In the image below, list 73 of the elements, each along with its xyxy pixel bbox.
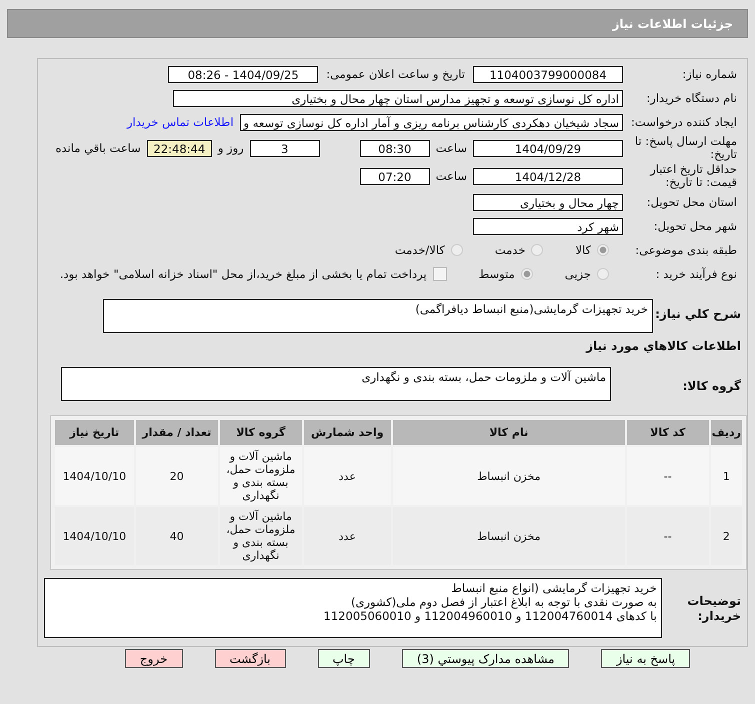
field-label: نام دستگاه خریدار: — [645, 92, 737, 104]
column-header: رديف — [710, 420, 742, 445]
column-header: کد کالا — [626, 420, 709, 445]
table-cell: -- — [626, 447, 709, 505]
field-label: ایجاد کننده درخواست: — [631, 116, 737, 128]
buyer-field: اداره کل نوسازی توسعه و تجهیز مدارس استان چهار محال و بختیاری — [173, 90, 623, 106]
table-cell: ماشین آلات و ملزومات حمل، بسته بندی و نگهداری — [220, 447, 302, 505]
days-label: روز و — [218, 141, 244, 155]
table-cell: عدد — [304, 507, 391, 565]
radio-label: کالا — [575, 243, 591, 257]
field-label: مهلت ارسال پاسخ: تا تاریخ: — [634, 135, 737, 161]
action-button[interactable]: چاپ — [318, 649, 370, 668]
action-button[interactable]: بازگشت — [214, 649, 286, 668]
checkbox[interactable] — [432, 267, 447, 281]
field-label: گروه کالا: — [682, 379, 741, 393]
radio-label: خدمت — [494, 243, 526, 257]
radio-button[interactable] — [531, 244, 544, 256]
table-cell: عدد — [304, 447, 391, 505]
announce-date-field: 1404/09/25 - 08:26 — [168, 66, 318, 82]
buyer-contact-link[interactable]: اطلاعات تماس خریدار — [126, 115, 234, 129]
province-field: چهار محال و بختیاری — [473, 194, 623, 210]
radio-label: کالا/خدمت — [394, 243, 445, 257]
column-header: واحد شمارش — [304, 420, 391, 445]
field-label: شرح کلي نياز: — [654, 307, 741, 321]
city-field: شهر کرد — [473, 218, 623, 234]
action-button[interactable]: مشاهده مدارک پيوستي (3) — [402, 649, 570, 668]
action-button[interactable]: پاسخ به نياز — [601, 649, 690, 668]
table-cell: 1 — [710, 447, 742, 505]
remaining-label: ساعت باقي مانده — [56, 141, 141, 155]
validity-time-field: 07:20 — [360, 168, 430, 184]
radio-button[interactable] — [597, 244, 609, 256]
notes-textarea: خرید تجهیزات گرمایشی (انواع منبع انبساط به صورت نقدی با توجه به ابلاغ اعتبار از فصل دوم ملی(کشوری) با کدهای 112004760014 و 112004960010 و 112005060010 — [44, 578, 662, 638]
field-label: طبقه بندی موضوعی: — [634, 244, 737, 256]
creator-field: سجاد شیخیان دهکردی کارشناس برنامه ریزی و آمار اداره کل نوسازی توسعه و — [240, 114, 623, 130]
time-label: ساعت — [436, 141, 467, 155]
days-field: 3 — [250, 140, 320, 156]
page-title: جزئیات اطلاعات نیاز — [612, 16, 733, 30]
action-button[interactable]: خروج — [124, 649, 182, 668]
field-label: نوع فرآیند خرید : — [654, 268, 737, 280]
remaining-time-field: 22:48:44 — [146, 140, 212, 156]
checkbox-label: پرداخت تمام یا بخشی از مبلغ خرید،از محل "اسناد خزانه اسلامی" خواهد بود. — [60, 267, 427, 281]
field-label: استان محل تحویل: — [646, 196, 737, 208]
goods-group-textarea: ماشین آلات و ملزومات حمل، بسته بندی و نگهداری — [61, 367, 611, 401]
field-label: شماره نیاز: — [681, 68, 737, 80]
field-label: توضیحات خریدار: — [686, 594, 741, 624]
validity-date-field: 1404/12/28 — [473, 168, 623, 184]
deadline-time-field: 08:30 — [360, 140, 430, 156]
table-cell: مخزن انبساط — [392, 507, 625, 565]
table-cell: 1404/10/10 — [55, 447, 134, 505]
field-label: شهر محل تحویل: — [652, 220, 737, 232]
summary-textarea: خرید تجهیزات گرمایشی(منبع انبساط دیافراگمی) — [103, 299, 653, 333]
table-cell: 40 — [136, 507, 218, 565]
table-cell: 1404/10/10 — [55, 507, 134, 565]
table-cell: 20 — [136, 447, 218, 505]
time-label: ساعت — [436, 169, 467, 183]
field-label: حداقل تاریخ اعتبار قیمت: تا تاریخ: — [648, 163, 737, 189]
radio-button[interactable] — [450, 244, 463, 256]
table-cell: 2 — [710, 507, 742, 565]
section-title: اطلاعات کالاهاي مورد نياز — [584, 339, 741, 353]
field-label: تاریخ و ساعت اعلان عمومی: — [326, 67, 465, 81]
column-header: تعداد / مقدار — [136, 420, 218, 445]
column-header: تاريخ نياز — [55, 420, 134, 445]
column-header: نام کالا — [392, 420, 625, 445]
deadline-date-field: 1404/09/29 — [473, 140, 623, 156]
table-cell: -- — [626, 507, 709, 565]
radio-button[interactable] — [520, 268, 533, 280]
need-number-field: 1104003799000084 — [473, 66, 623, 82]
radio-label: جزیی — [564, 267, 591, 281]
table-cell: مخزن انبساط — [392, 447, 625, 505]
column-header: گروه کالا — [220, 420, 302, 445]
table-cell: ماشین آلات و ملزومات حمل، بسته بندی و نگهداری — [220, 507, 302, 565]
radio-button[interactable] — [597, 268, 609, 280]
radio-label: متوسط — [478, 267, 515, 281]
